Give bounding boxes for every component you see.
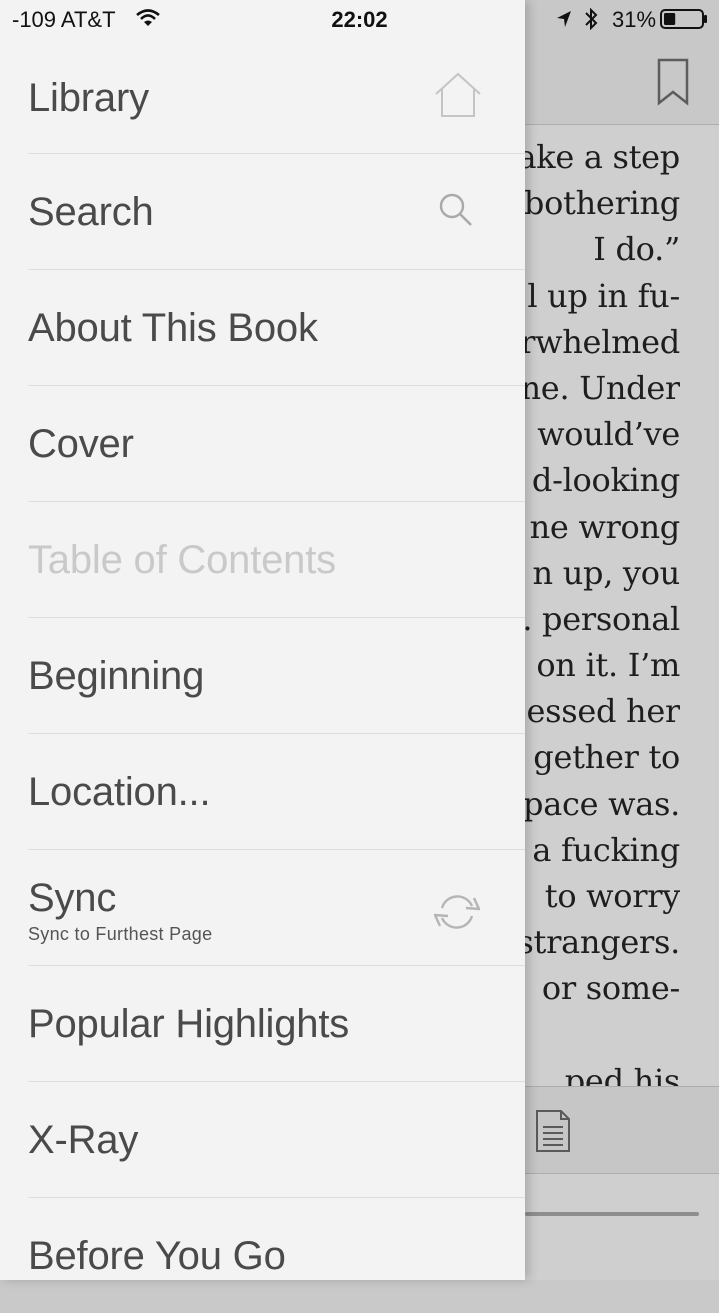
home-icon <box>435 72 481 117</box>
menu-item-label: Before You Go <box>28 1234 286 1278</box>
menu-item-label: Popular Highlights <box>28 1002 350 1046</box>
menu-item-about-this-book[interactable]: About This Book <box>28 270 525 386</box>
menu-item-before-you-go[interactable]: Before You Go <box>28 1198 525 1313</box>
menu-item-label: Table of Contents <box>28 538 336 582</box>
sync-icon <box>434 895 480 929</box>
menu-item-popular-highlights[interactable]: Popular Highlights <box>28 966 525 1082</box>
menu-item-label: X-Ray <box>28 1118 139 1162</box>
menu-item-sublabel: Sync to Furthest Page <box>28 924 213 944</box>
reading-progress-bar[interactable] <box>525 1212 699 1216</box>
menu-item-label: Location... <box>28 770 211 814</box>
menu-item-label: Library <box>28 76 149 120</box>
status-bar: -109 AT&T 22:02 31% <box>0 0 719 40</box>
menu-item-label: Search <box>28 190 154 234</box>
menu-item-label: Cover <box>28 422 134 466</box>
bookmark-icon[interactable] <box>656 58 690 106</box>
page-view-icon[interactable] <box>535 1109 571 1153</box>
menu-item-x-ray[interactable]: X-Ray <box>28 1082 525 1198</box>
menu-item-cover[interactable]: Cover <box>28 386 525 502</box>
battery-percentage: 31% <box>612 7 657 32</box>
location-arrow-icon <box>557 11 571 27</box>
search-icon <box>439 193 472 226</box>
drawer-menu: Library Search About This Book Cover Tab… <box>0 40 525 1313</box>
menu-item-location[interactable]: Location... <box>28 734 525 850</box>
menu-item-beginning[interactable]: Beginning <box>28 618 525 734</box>
menu-item-library[interactable]: Library <box>28 40 525 154</box>
menu-item-label: Sync <box>28 876 117 920</box>
battery-icon <box>660 9 707 29</box>
navigation-drawer: Library Search About This Book Cover Tab… <box>0 0 525 1280</box>
menu-item-label: Beginning <box>28 654 205 698</box>
menu-item-search[interactable]: Search <box>28 154 525 270</box>
menu-item-label: About This Book <box>28 306 318 350</box>
bluetooth-icon <box>585 7 598 31</box>
menu-item-sync[interactable]: Sync Sync to Furthest Page <box>28 850 525 966</box>
menu-item-table-of-contents: Table of Contents <box>28 502 525 618</box>
